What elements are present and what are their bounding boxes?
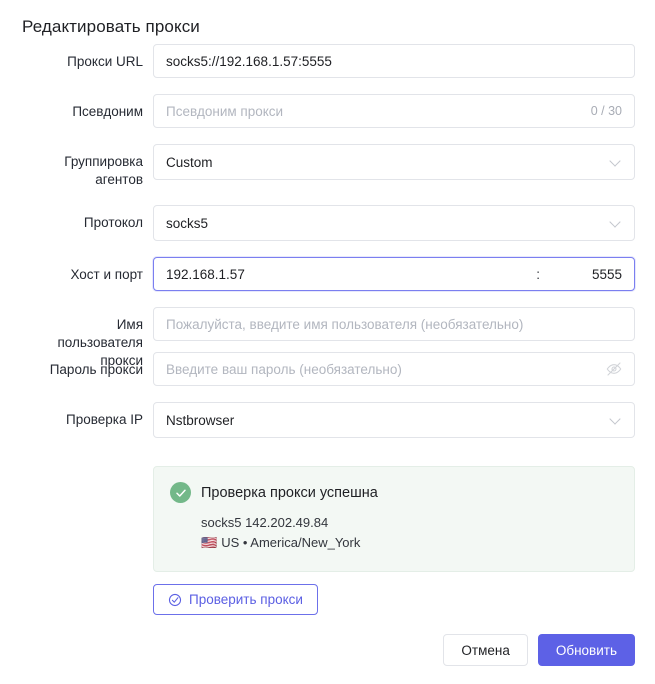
form-row-password: Пароль прокси Введите ваш пароль (необяз…: [0, 352, 655, 386]
eye-off-icon[interactable]: [606, 361, 622, 377]
proxy-url-input[interactable]: socks5://192.168.1.57:5555: [153, 44, 635, 78]
label-proxy-url: Прокси URL: [67, 54, 143, 69]
edit-proxy-dialog: Редактировать прокси Прокси URL socks5:/…: [0, 0, 655, 684]
protocol-select[interactable]: socks5: [153, 205, 635, 241]
check-circle-outline-icon: [168, 593, 182, 607]
result-location-row: 🇺🇸 US • America/New_York: [201, 533, 618, 553]
flag-icon-us: 🇺🇸: [201, 535, 218, 550]
result-protocol-ip: socks5 142.202.49.84: [201, 515, 329, 530]
form-row-ip-check: Проверка IP Nstbrowser: [0, 402, 655, 438]
result-location: US • America/New_York: [221, 535, 361, 550]
field-host-port: 192.168.1.57 : 5555: [153, 257, 635, 291]
label-agent-group: Группировка агентов: [64, 154, 143, 187]
host-port-separator: :: [536, 266, 540, 282]
label-alias: Псевдоним: [72, 104, 143, 119]
proxy-test-result-panel: Проверка прокси успешна socks5 142.202.4…: [153, 466, 635, 572]
field-proxy-url: socks5://192.168.1.57:5555: [153, 44, 635, 78]
result-title: Проверка прокси успешна: [201, 484, 378, 501]
chevron-down-icon: [610, 156, 622, 168]
ip-check-select[interactable]: Nstbrowser: [153, 402, 635, 438]
label-protocol: Протокол: [83, 215, 143, 230]
field-alias: Псевдоним прокси 0 / 30: [153, 94, 635, 128]
port-input[interactable]: 5555: [558, 267, 622, 282]
form-row-agent-group: Группировка агентов Custom: [0, 144, 655, 189]
alias-input[interactable]: Псевдоним прокси 0 / 30: [153, 94, 635, 128]
field-ip-check: Nstbrowser: [153, 402, 635, 438]
proxy-username-input[interactable]: Пожалуйста, введите имя пользователя (не…: [153, 307, 635, 341]
result-header: Проверка прокси успешна: [170, 482, 618, 503]
form-row-proxy-url: Прокси URL socks5://192.168.1.57:5555: [0, 44, 655, 78]
test-proxy-button[interactable]: Проверить прокси: [153, 584, 318, 615]
label-ip-check: Проверка IP: [66, 412, 143, 427]
field-protocol: socks5: [153, 205, 635, 241]
form-row-alias: Псевдоним Псевдоним прокси 0 / 30: [0, 94, 655, 128]
proxy-password-placeholder: Введите ваш пароль (необязательно): [166, 361, 402, 377]
alias-placeholder: Псевдоним прокси: [166, 103, 284, 119]
form-row-host-port: Хост и порт 192.168.1.57 : 5555: [0, 257, 655, 291]
field-proxy-password: Введите ваш пароль (необязательно): [153, 352, 635, 386]
label-host-port: Хост и порт: [70, 267, 143, 282]
proxy-form: Прокси URL socks5://192.168.1.57:5555 Пс…: [0, 44, 655, 454]
page-title: Редактировать прокси: [22, 17, 200, 36]
label-proxy-password: Пароль прокси: [49, 362, 143, 377]
proxy-username-placeholder: Пожалуйста, введите имя пользователя (не…: [166, 316, 524, 332]
ip-check-value: Nstbrowser: [166, 412, 235, 428]
check-circle-filled-icon: [170, 482, 191, 503]
chevron-down-icon: [610, 217, 622, 229]
proxy-url-value: socks5://192.168.1.57:5555: [166, 53, 332, 69]
field-proxy-username: Пожалуйста, введите имя пользователя (не…: [153, 307, 635, 341]
form-row-protocol: Протокол socks5: [0, 205, 655, 241]
field-agent-group: Custom: [153, 144, 635, 180]
alias-char-counter: 0 / 30: [590, 104, 622, 118]
proxy-password-input[interactable]: Введите ваш пароль (необязательно): [153, 352, 635, 386]
test-proxy-label: Проверить прокси: [189, 592, 303, 607]
agent-group-value: Custom: [166, 154, 213, 170]
dialog-footer: Отмена Обновить: [443, 634, 635, 666]
chevron-down-icon: [610, 414, 622, 426]
host-port-input-group[interactable]: 192.168.1.57 : 5555: [153, 257, 635, 291]
host-input[interactable]: 192.168.1.57: [166, 267, 536, 282]
agent-group-select[interactable]: Custom: [153, 144, 635, 180]
protocol-value: socks5: [166, 215, 209, 231]
submit-button[interactable]: Обновить: [537, 634, 635, 666]
cancel-button[interactable]: Отмена: [443, 634, 528, 666]
